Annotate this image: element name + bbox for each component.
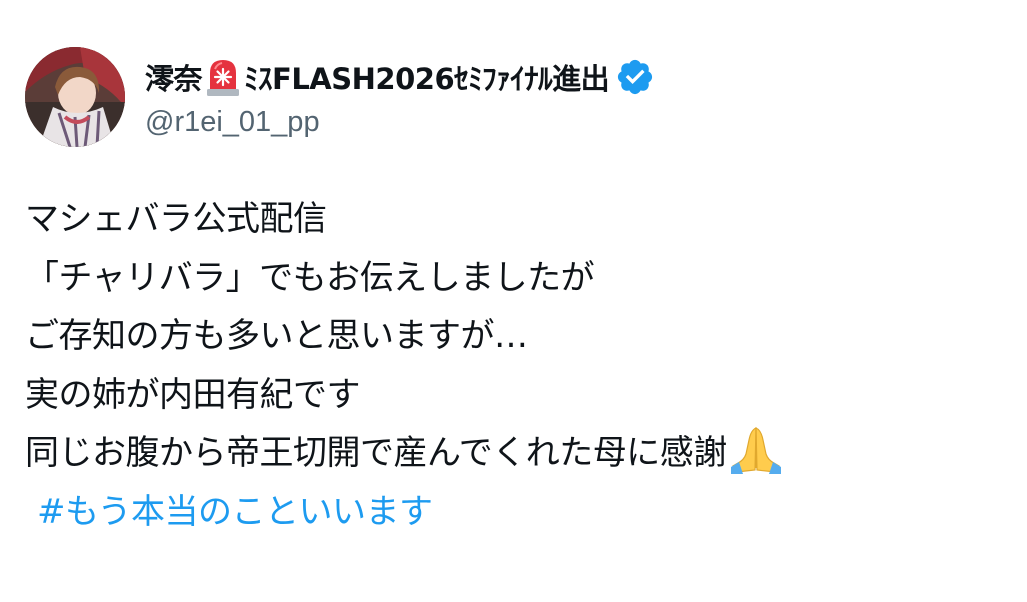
folded-hands-icon [729, 424, 783, 475]
avatar[interactable] [25, 47, 125, 147]
display-name-suffix[interactable]: ﾐｽFLASH2026ｾﾐﾌｧｲﾅﾙ進出 [244, 56, 610, 98]
post-line-with-emoji: 同じお腹から帝王切開で産んでくれた母に感謝 [25, 424, 1017, 483]
post-line: 実の姉が内田有紀です [25, 374, 361, 415]
display-name-row[interactable]: 澪奈 ﾐｽFLASH2026ｾﾐﾌｧｲﾅﾙ進出 [145, 52, 655, 102]
post-text: マシェバラ公式配信 「チャリバラ」でもお伝えしましたが ご存知の方も多いと思いま… [25, 190, 1017, 542]
post-header: 澪奈 ﾐｽFLASH2026ｾﾐﾌｧｲﾅﾙ進出 @r1ei_01_pp [145, 48, 1007, 148]
hashtag-link[interactable]: #もう本当のこといいます [25, 483, 1017, 542]
post-line-text: 同じお腹から帝王切開で産んでくれた母に感謝 [25, 433, 727, 474]
verified-badge-icon[interactable] [615, 57, 655, 97]
post-line: マシェバラ公式配信 [25, 199, 327, 239]
display-name-prefix[interactable]: 澪奈 [145, 56, 203, 98]
user-handle[interactable]: @r1ei_01_pp [145, 106, 320, 139]
avatar-image [25, 47, 125, 147]
rotating-light-icon [204, 57, 242, 97]
post-line: ご存知の方も多いと思いますが… [25, 316, 528, 357]
post-line: 「チャリバラ」でもお伝えしましたが [25, 257, 595, 298]
